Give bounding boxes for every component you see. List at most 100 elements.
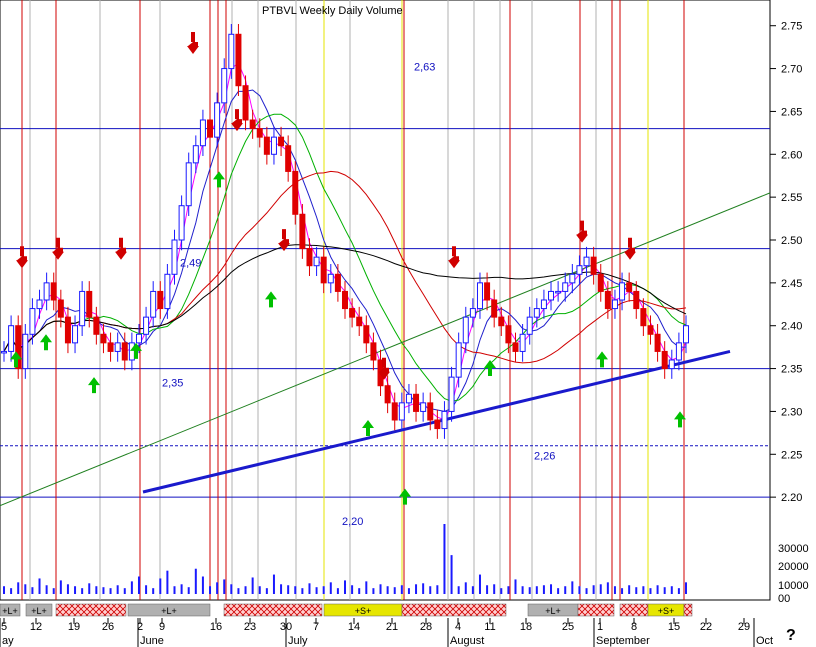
candle-body [199,119,206,147]
candle-body [498,316,505,327]
date-tick-label: 22 [700,621,712,633]
date-tick-label: 14 [348,621,360,633]
candle-body [370,342,377,361]
candle-body [441,410,448,430]
unknown-mark: ? [786,627,796,644]
candle-body [462,316,469,344]
volume-tick-label: 00 [778,593,790,605]
candle-body [207,119,214,138]
candle-body [50,282,57,301]
candle-body [661,350,668,370]
date-tick-label: 1 [597,621,603,633]
candle-body [192,145,199,164]
candle-body [434,419,441,430]
candle-body [619,282,626,301]
date-tick-label: 28 [420,621,432,633]
candle-body [128,342,135,361]
candle-body [540,299,547,310]
candle-body [256,128,263,138]
candle-body [242,85,249,121]
level-label: 2,35 [162,378,183,390]
candle-body [299,213,306,250]
candle-body [384,385,391,404]
volume-tick-label: 30000 [778,543,809,555]
candle-body [633,290,640,310]
candle-body [675,342,682,361]
candle-body [555,290,562,294]
date-tick-label: 18 [520,621,532,633]
date-tick-label: 11 [484,621,495,633]
month-label: September [596,635,650,647]
candle-body [292,170,299,215]
candle-body [143,316,150,335]
candle-body [427,402,434,421]
candle-body [320,256,327,284]
candle-body [43,282,50,301]
candle-body [306,248,313,267]
price-tick-label: 2.45 [781,278,802,290]
date-tick-label: 15 [668,621,680,633]
price-tick-label: 2.35 [781,364,802,376]
date-tick-label: 19 [68,621,80,633]
candle-body [150,290,157,318]
candle-body [526,316,533,335]
candle-body [391,402,398,421]
signal-strip-label: +L+ [2,606,18,616]
candle-body [178,205,185,241]
candle-body [121,342,128,361]
price-tick-label: 2.30 [781,406,802,418]
candle-body [505,325,512,344]
candle-body [413,393,420,412]
candle-body [597,273,604,292]
candle-body [214,102,221,138]
date-axis: 5 12 19 26 2 9 16 23 30 7 14 21 28 4 11 18 25 1 8 15 22 29ay J… [0,618,773,647]
signal-strip-label: +L+ [161,606,177,616]
price-tick-label: 2.20 [781,492,802,504]
candle-body [548,290,555,301]
candle-body [576,265,583,275]
date-tick-label: 5 [1,621,7,633]
candle-body [72,325,79,344]
volume-tick-label: 20000 [778,561,809,573]
signal-strip-segment [577,603,615,617]
signal-strip: +L+ +L+ +L+ +S+ +L+ +S+ [0,603,693,617]
candle-body [313,256,320,267]
candle-body [57,299,64,318]
candle-body [363,325,370,344]
candle-body [114,342,121,352]
signal-strip-segment [619,603,649,617]
candle-body [611,299,618,310]
stock-chart: 2,632,492,352,262,20 +L+ +L+ +L+ +S+ +L+ +S+ … [0,0,809,647]
price-tick-label: 2.40 [781,321,802,333]
price-tick-label: 2.65 [781,106,802,118]
candle-body [8,325,15,352]
candle-body [22,333,29,370]
candle-body [668,359,675,370]
candle-body [533,308,540,318]
signal-strip-label: +S+ [355,606,372,616]
candle-body [512,342,519,352]
signal-strip-label: +L+ [31,606,47,616]
candle-body [36,299,43,310]
candle-body [349,308,356,318]
candle-body [164,273,171,310]
signal-strip-label: +S+ [658,606,675,616]
candle-body [356,316,363,327]
candle-body [604,290,611,310]
candle-body [79,290,86,327]
signal-strip-label: +L+ [545,606,561,616]
candle-body [448,376,455,412]
candle-body [171,239,178,275]
month-label: July [288,635,308,647]
candle-body [491,299,498,318]
candle-body [569,273,576,284]
candle-body [263,136,270,155]
price-axis: 2.75 2.70 2.65 2.60 2.55 2.50 2.45 2.40 2.35 2.30… [770,21,809,605]
candle-body [519,333,526,352]
candle-body [228,33,235,70]
date-tick-label: 16 [210,621,222,633]
price-tick-label: 2.25 [781,449,802,461]
date-tick-label: 23 [244,621,256,633]
candle-body [285,145,292,172]
candle-body [249,119,256,130]
